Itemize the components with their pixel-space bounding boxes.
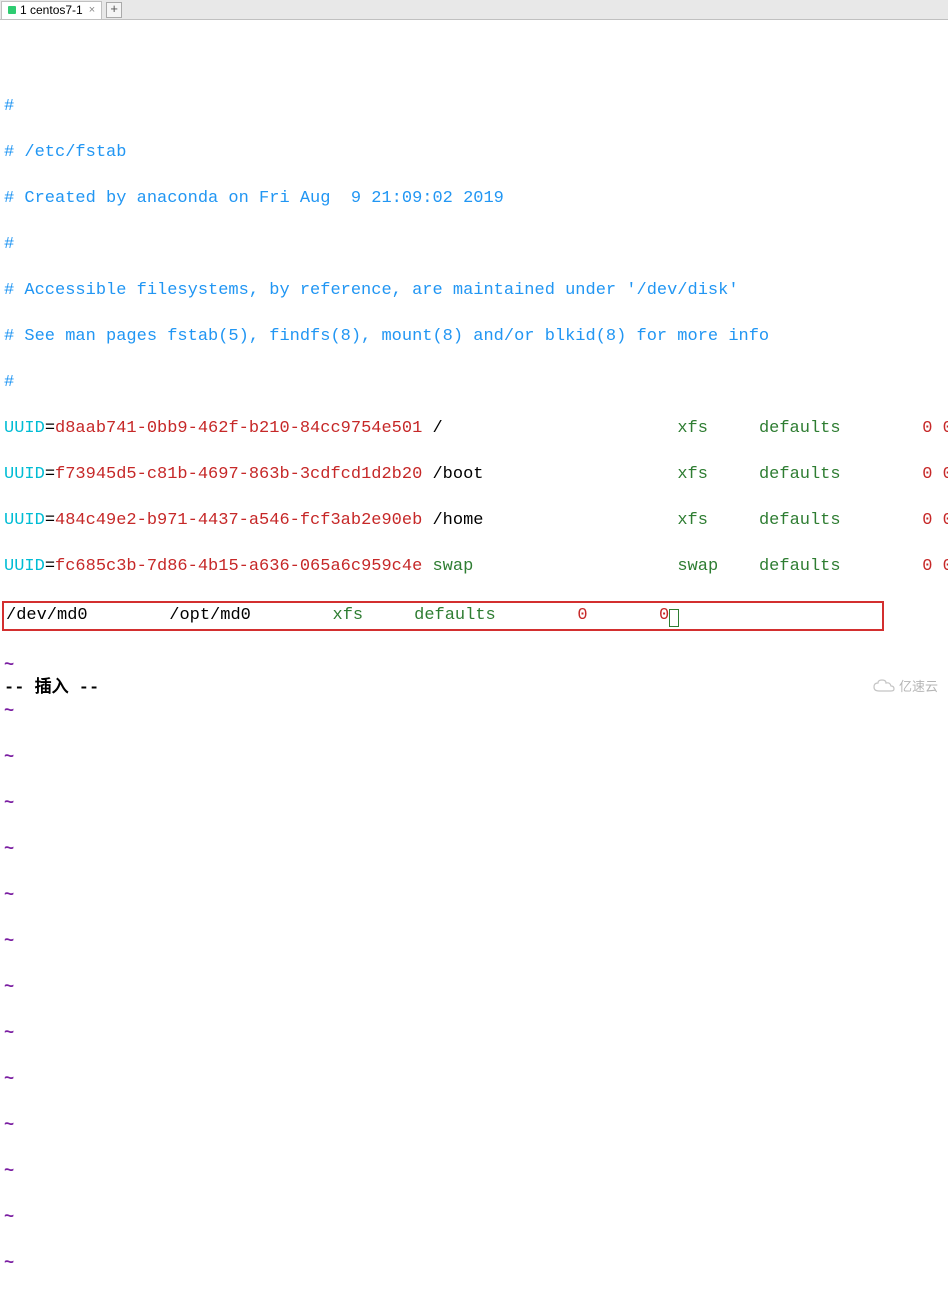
uuid-value: d8aab741-0bb9-462f-b210-84cc9754e501 <box>55 419 422 438</box>
comment-line: # <box>4 233 944 256</box>
uuid-label: UUID <box>4 557 45 576</box>
vim-tilde: ~ <box>4 1160 944 1183</box>
vim-tilde: ~ <box>4 976 944 999</box>
fs-type: xfs <box>677 419 708 438</box>
tab-bar: 1 centos7-1 × + <box>0 0 948 20</box>
cloud-icon <box>873 679 895 693</box>
uuid-label: UUID <box>4 419 45 438</box>
comment-line: # See man pages fstab(5), findfs(8), mou… <box>4 325 944 348</box>
fs-options: defaults <box>759 465 841 484</box>
uuid-label: UUID <box>4 465 45 484</box>
fstab-entry: UUID=d8aab741-0bb9-462f-b210-84cc9754e50… <box>4 417 944 440</box>
fs-type: xfs <box>677 465 708 484</box>
fs-type: xfs <box>333 606 364 625</box>
comment-line: # Accessible filesystems, by reference, … <box>4 279 944 302</box>
mount-point: /home <box>422 511 677 530</box>
vim-tilde: ~ <box>4 1068 944 1091</box>
fs-options: defaults <box>414 606 496 625</box>
dump-value: 0 <box>922 465 932 484</box>
terminal-editor[interactable]: # # /etc/fstab # Created by anaconda on … <box>0 20 948 1298</box>
uuid-value: 484c49e2-b971-4437-a546-fcf3ab2e90eb <box>55 511 422 530</box>
watermark: 亿速云 <box>873 676 938 695</box>
pass-value: 0 <box>943 511 948 530</box>
comment-line: # <box>4 95 944 118</box>
tab-label: 1 centos7-1 <box>20 3 83 17</box>
fs-options: defaults <box>759 557 841 576</box>
dump-value: 0 <box>922 511 932 530</box>
vim-tilde: ~ <box>4 1114 944 1137</box>
connection-indicator-icon <box>8 6 16 14</box>
equals-sign: = <box>45 419 55 438</box>
vim-tilde: ~ <box>4 884 944 907</box>
cursor-icon <box>669 609 679 627</box>
vim-tilde: ~ <box>4 930 944 953</box>
dump-value: 0 <box>577 606 587 625</box>
mount-point: swap <box>422 557 677 576</box>
mount-point: /boot <box>422 465 677 484</box>
equals-sign: = <box>45 557 55 576</box>
uuid-label: UUID <box>4 511 45 530</box>
pass-value: 0 <box>659 606 669 625</box>
vim-tilde: ~ <box>4 746 944 769</box>
vim-tilde: ~ <box>4 792 944 815</box>
dump-value: 0 <box>922 419 932 438</box>
fs-type: swap <box>677 557 718 576</box>
blank-line <box>4 51 14 70</box>
fstab-entry: UUID=fc685c3b-7d86-4b15-a636-065a6c959c4… <box>4 555 944 578</box>
fstab-entry: UUID=484c49e2-b971-4437-a546-fcf3ab2e90e… <box>4 509 944 532</box>
pass-value: 0 <box>943 419 948 438</box>
comment-line: # Created by anaconda on Fri Aug 9 21:09… <box>4 187 944 210</box>
vim-tilde: ~ <box>4 1022 944 1045</box>
fs-type: xfs <box>677 511 708 530</box>
pass-value: 0 <box>943 465 948 484</box>
vim-tilde: ~ <box>4 1206 944 1229</box>
close-icon[interactable]: × <box>89 4 95 16</box>
vim-tilde: ~ <box>4 700 944 723</box>
dump-value: 0 <box>922 557 932 576</box>
comment-line: # /etc/fstab <box>4 141 944 164</box>
add-tab-button[interactable]: + <box>106 2 122 18</box>
pass-value: 0 <box>943 557 948 576</box>
highlighted-fstab-entry: /dev/md0 /opt/md0 xfs defaults 0 0 <box>2 601 884 631</box>
equals-sign: = <box>45 465 55 484</box>
fs-options: defaults <box>759 511 841 530</box>
vim-tilde: ~ <box>4 1252 944 1275</box>
mount-point: /opt/md0 <box>169 606 251 625</box>
tab-centos7-1[interactable]: 1 centos7-1 × <box>1 1 102 19</box>
uuid-value: fc685c3b-7d86-4b15-a636-065a6c959c4e <box>55 557 422 576</box>
vim-tilde: ~ <box>4 654 944 677</box>
watermark-text: 亿速云 <box>899 676 938 695</box>
vim-status-line: -- 插入 -- <box>4 672 99 698</box>
fstab-entry: UUID=f73945d5-c81b-4697-863b-3cdfcd1d2b2… <box>4 463 944 486</box>
vim-tilde: ~ <box>4 838 944 861</box>
equals-sign: = <box>45 511 55 530</box>
mount-point: / <box>422 419 677 438</box>
uuid-value: f73945d5-c81b-4697-863b-3cdfcd1d2b20 <box>55 465 422 484</box>
comment-line: # <box>4 371 944 394</box>
fs-options: defaults <box>759 419 841 438</box>
device-path: /dev/md0 <box>6 606 88 625</box>
